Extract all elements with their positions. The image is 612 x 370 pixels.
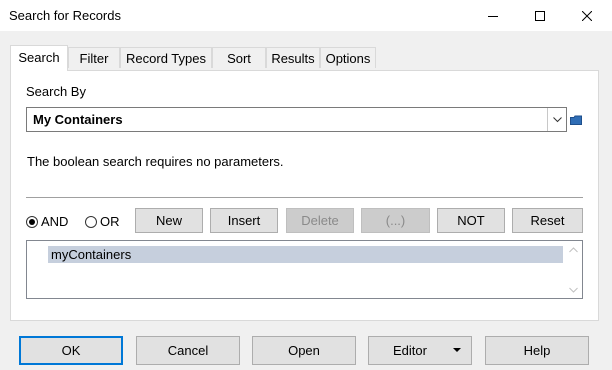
and-radio-label: AND (41, 214, 69, 229)
and-radio[interactable]: AND (26, 214, 68, 229)
or-radio-indicator (85, 215, 97, 228)
search-clause-list[interactable]: myContainers (26, 240, 583, 299)
open-button[interactable]: Open (252, 336, 356, 365)
cancel-button[interactable]: Cancel (136, 336, 240, 365)
title-bar: Search for Records (0, 0, 612, 31)
chevron-down-icon[interactable] (547, 108, 566, 131)
editor-button-label: Editor (393, 343, 427, 358)
parentheses-button[interactable]: (...) (361, 208, 430, 233)
tab-search[interactable]: Search (10, 45, 68, 71)
search-method-dropdown[interactable]: My Containers (26, 107, 567, 132)
delete-button[interactable]: Delete (286, 208, 354, 233)
tab-record-types[interactable]: Record Types (120, 47, 212, 68)
reset-button[interactable]: Reset (512, 208, 583, 233)
ok-button[interactable]: OK (19, 336, 123, 365)
not-button[interactable]: NOT (437, 208, 505, 233)
search-by-label: Search By (26, 84, 86, 99)
tab-filter[interactable]: Filter (68, 47, 120, 68)
minimize-button[interactable] (470, 0, 516, 31)
close-icon (582, 10, 592, 21)
scroll-up-icon[interactable] (565, 241, 582, 258)
folder-icon (570, 115, 582, 125)
tab-results[interactable]: Results (266, 47, 320, 68)
vertical-scrollbar[interactable] (565, 241, 582, 298)
search-method-value: My Containers (33, 112, 123, 127)
info-text: The boolean search requires no parameter… (27, 154, 284, 169)
minimize-icon (488, 15, 498, 17)
folder-button[interactable] (567, 107, 585, 132)
window-title: Search for Records (9, 8, 121, 23)
new-button[interactable]: New (135, 208, 203, 233)
tab-sort[interactable]: Sort (212, 47, 266, 68)
tab-options[interactable]: Options (320, 47, 376, 68)
dropdown-arrow-icon[interactable] (453, 348, 461, 352)
or-radio-label: OR (100, 214, 120, 229)
help-button[interactable]: Help (485, 336, 589, 365)
insert-button[interactable]: Insert (210, 208, 278, 233)
maximize-button[interactable] (517, 0, 563, 31)
maximize-icon (535, 10, 545, 21)
divider (26, 197, 583, 198)
or-radio[interactable]: OR (85, 214, 120, 229)
scroll-down-icon[interactable] (565, 281, 582, 298)
close-button[interactable] (564, 0, 610, 31)
and-radio-indicator (26, 215, 38, 228)
editor-button[interactable]: Editor (368, 336, 472, 365)
search-panel: Search By My Containers The boolean sear… (10, 70, 599, 321)
list-item[interactable]: myContainers (48, 246, 563, 263)
